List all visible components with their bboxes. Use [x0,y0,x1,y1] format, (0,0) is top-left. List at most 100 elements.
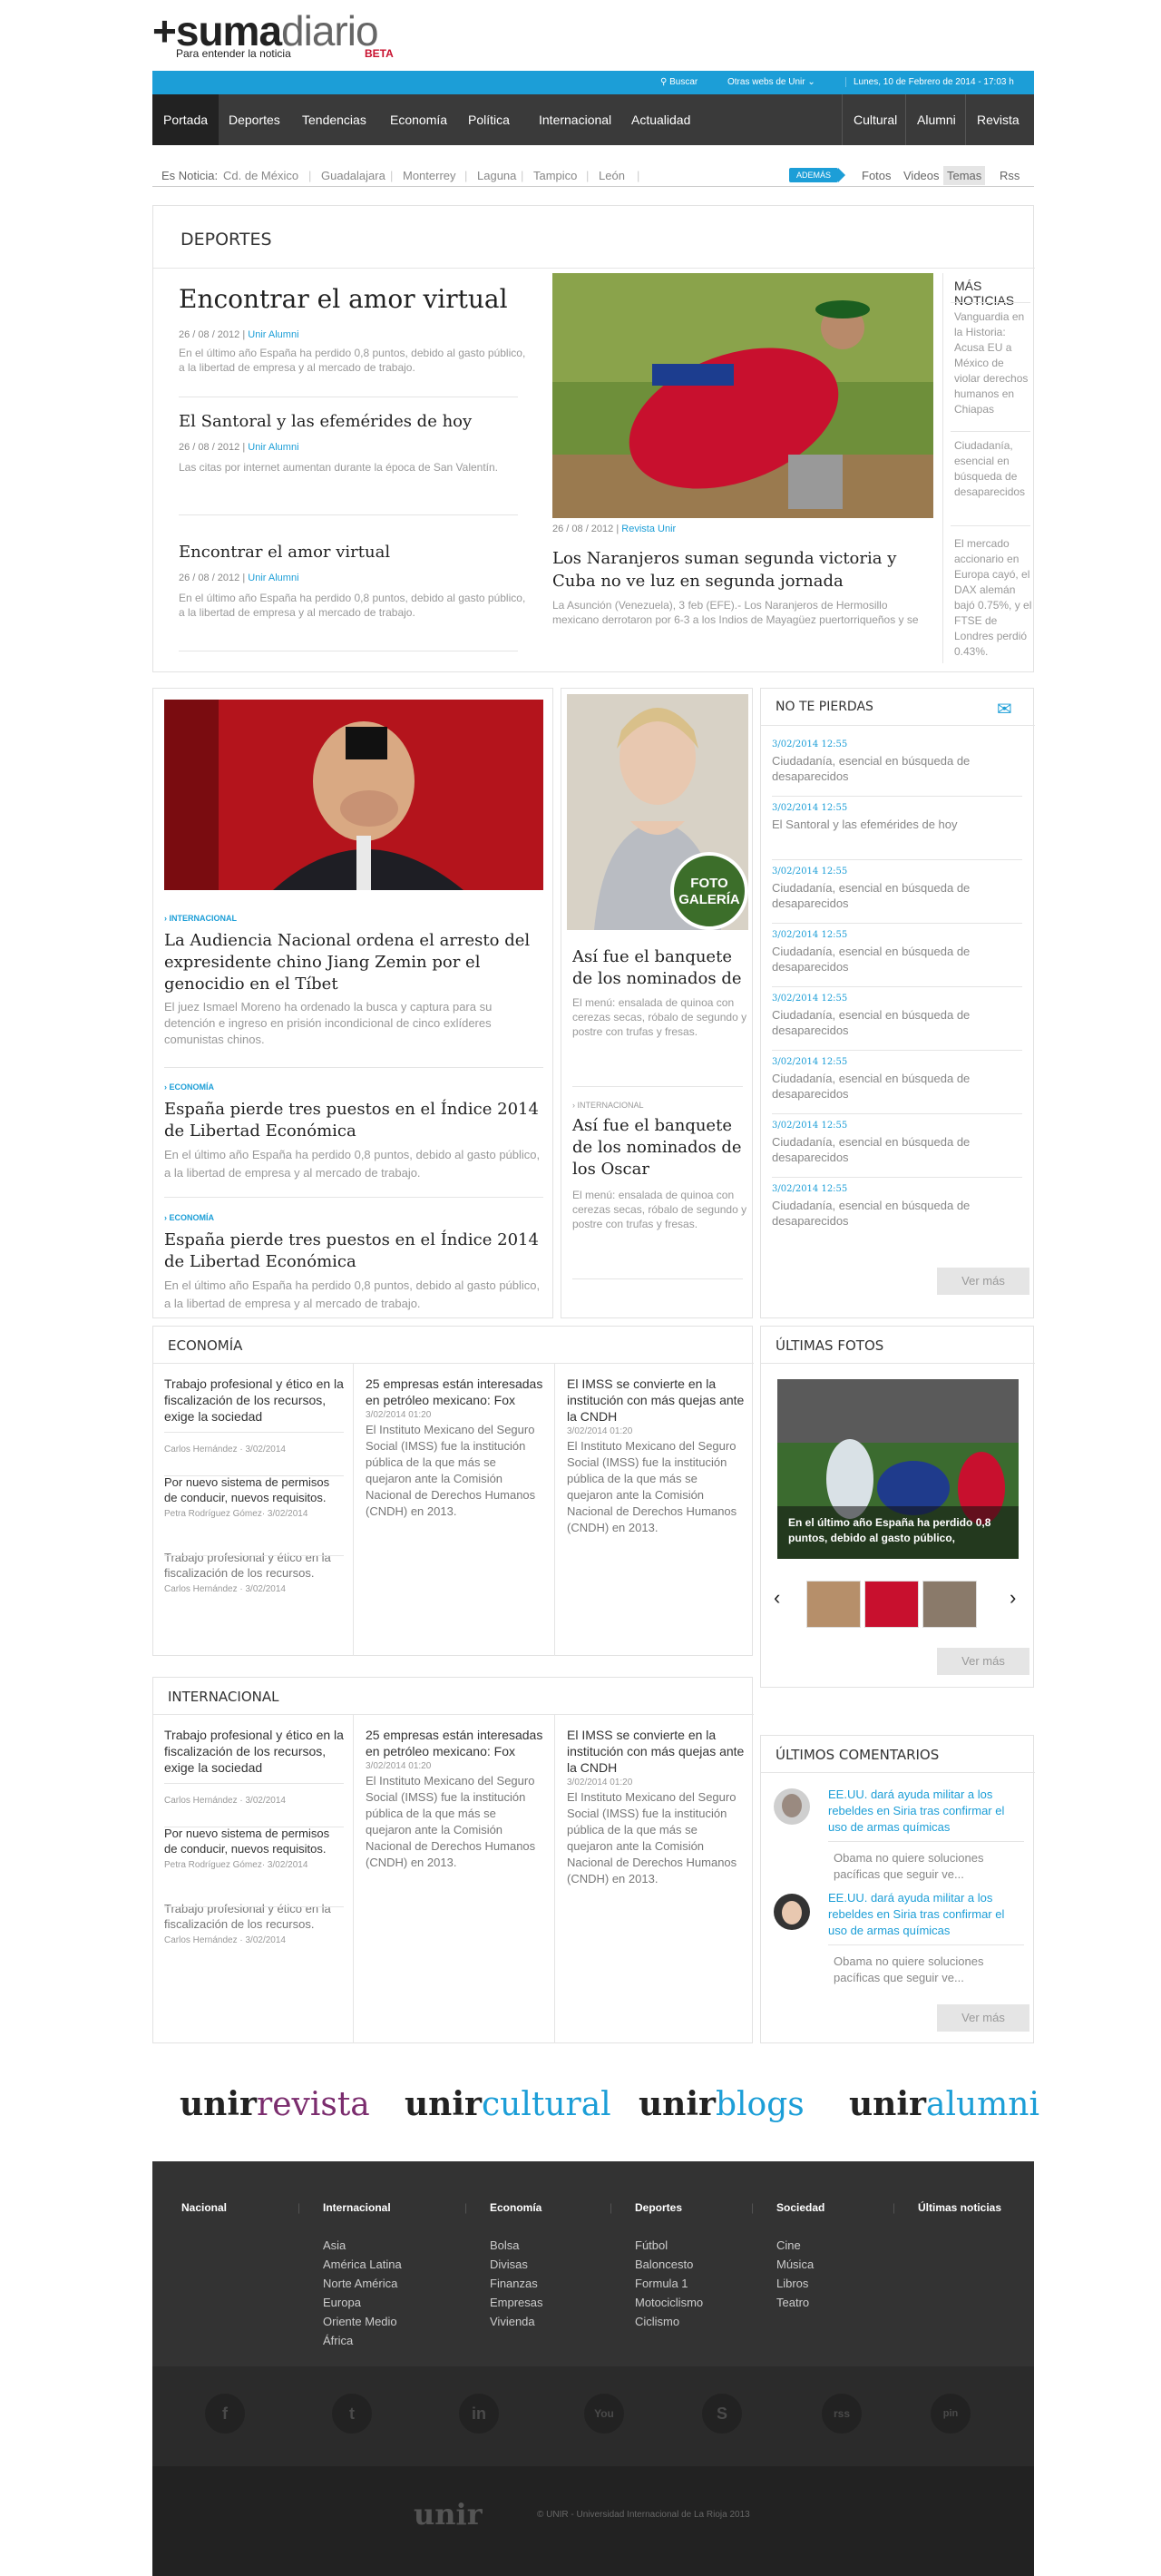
link-fotos[interactable]: Fotos [862,169,892,182]
article-title[interactable]: Encontrar el amor virtual [179,542,532,563]
article-title[interactable]: Así fue el banquete de los nominados de … [572,1115,750,1180]
nav-politica[interactable]: Política [457,94,521,145]
ticker-city[interactable]: Monterrey [403,169,456,182]
footer-column-title[interactable]: Nacional [181,2201,227,2214]
rss-icon[interactable]: rss [822,2394,862,2434]
npd-item[interactable]: 3/02/2014 12:55 Ciudadanía, esencial en b… [772,994,1026,1038]
article-title[interactable]: Así fue el banquete de los nominados de [572,946,750,990]
article-source[interactable]: Unir Alumni [248,442,298,453]
footer-link[interactable]: Ciclismo [635,2312,703,2331]
article-source[interactable]: Unir Alumni [248,573,298,583]
article-title[interactable]: El Santoral y las efemérides de hoy [179,411,532,433]
footer-link[interactable]: Fútbol [635,2236,703,2255]
unir-blogs-logo[interactable]: unirblogs [639,2085,805,2123]
footer-link[interactable]: Baloncesto [635,2255,703,2274]
facebook-icon[interactable]: f [205,2394,245,2434]
site-logo[interactable]: +sumadiario Para entender la noticia BET… [152,10,1034,62]
nav-portada[interactable]: Portada [152,94,220,145]
article-title[interactable]: Trabajo profesional y ético en la fiscal… [164,1727,344,1776]
feature-item[interactable]: › INTERNACIONAL La Audiencia Nacional or… [164,914,543,1048]
footer-column-title[interactable]: Últimas noticias [918,2201,1001,2214]
footer-link[interactable]: Vivienda [490,2312,543,2331]
more-news-item[interactable]: Vanguardia en la Historia: Acusa EU a Mé… [954,309,1032,417]
unir-revista-logo[interactable]: unirrevista [180,2085,370,2123]
footer-column-title[interactable]: Internacional [323,2201,402,2214]
article-item[interactable]: El Santoral y las efemérides de hoy 26 /… [179,411,532,475]
gallery-item[interactable]: Así fue el banquete de los nominados de … [572,946,750,1039]
footer-link[interactable]: Motociclismo [635,2293,703,2312]
footer-link[interactable]: Teatro [776,2293,824,2312]
article-title[interactable]: Por nuevo sistema de permisos de conduci… [164,1826,344,1856]
article-title[interactable]: 25 empresas están interesadas en petróle… [366,1376,543,1408]
footer-link[interactable]: Europa [323,2293,402,2312]
ticker-city[interactable]: Tampico [533,169,577,182]
jiang-zemin-photo[interactable] [164,700,543,890]
article-title[interactable]: Los Naranjeros suman segunda victoria y … [552,547,933,593]
footer-link[interactable]: Finanzas [490,2274,543,2293]
main-photo[interactable]: En el último año España ha perdido 0,8 p… [777,1379,1019,1559]
footer-link[interactable]: África [323,2331,402,2350]
feature-item[interactable]: › ECONOMÍA España pierde tres puestos en… [164,1213,543,1313]
photo-story[interactable]: 26 / 08 / 2012 | Revista Unir Los Naranj… [552,524,933,627]
npd-item[interactable]: 3/02/2014 12:55 Ciudadanía, esencial en b… [772,1057,1026,1102]
footer-link[interactable]: Norte América [323,2274,402,2293]
nav-internacional[interactable]: Internacional [528,94,622,145]
ticker-city[interactable]: Laguna [477,169,516,182]
footer-column-title[interactable]: Sociedad [776,2201,824,2214]
article-source[interactable]: Unir Alumni [248,329,298,340]
article-title[interactable]: España pierde tres puestos en el Índice … [164,1099,543,1142]
link-videos[interactable]: Videos [903,169,940,182]
youtube-icon[interactable]: You [584,2394,624,2434]
feature-item[interactable]: › ECONOMÍA España pierde tres puestos en… [164,1082,543,1182]
npd-item[interactable]: 3/02/2014 12:55 Ciudadanía, esencial en b… [772,930,1026,975]
thumbnail[interactable] [864,1581,919,1628]
nav-deportes[interactable]: Deportes [218,94,291,145]
comment-link[interactable]: EE.UU. dará ayuda militar a los rebeldes… [828,1890,1024,1939]
article-item[interactable]: Encontrar el amor virtual 26 / 08 / 2012… [179,542,532,620]
unir-footer-logo[interactable]: unir [414,2497,483,2532]
nav-tendencias[interactable]: Tendencias [291,94,377,145]
link-temas[interactable]: Temas [943,166,986,185]
nav-economia[interactable]: Economía [379,94,458,145]
article-title[interactable]: Encontrar el amor virtual [179,284,532,315]
twitter-icon[interactable]: t [332,2394,372,2434]
footer-column-title[interactable]: Deportes [635,2201,703,2214]
npd-item[interactable]: 3/02/2014 12:55 Ciudadanía, esencial en b… [772,867,1026,911]
npd-item[interactable]: 3/02/2014 12:55 Ciudadanía, esencial en b… [772,739,1026,784]
footer-link[interactable]: Libros [776,2274,824,2293]
ver-mas-button[interactable]: Ver más [937,2004,1029,2032]
npd-item[interactable]: 3/02/2014 12:55 Ciudadanía, esencial en b… [772,1184,1026,1229]
article-title[interactable]: Trabajo profesional y ético en la fiscal… [164,1376,344,1425]
foto-galeria-badge[interactable]: FOTO GALERÍA [670,852,748,930]
footer-link[interactable]: Oriente Medio [323,2312,402,2331]
more-news-item[interactable]: El mercado accionario en Europa cayó, el… [954,536,1032,660]
search-link[interactable]: ⚲ Buscar [660,77,698,87]
footer-link[interactable]: Empresas [490,2293,543,2312]
gallery-item[interactable]: › INTERNACIONAL Así fue el banquete de l… [572,1101,750,1231]
skype-icon[interactable]: S [702,2394,742,2434]
comment-link[interactable]: EE.UU. dará ayuda militar a los rebeldes… [828,1787,1024,1836]
footer-link[interactable]: América Latina [323,2255,402,2274]
footer-link[interactable]: Divisas [490,2255,543,2274]
lead-article[interactable]: Encontrar el amor virtual 26 / 08 / 2012… [179,284,532,375]
nav-revista[interactable]: Revista [965,94,1030,145]
footer-link[interactable]: Bolsa [490,2236,543,2255]
article-title[interactable]: 25 empresas están interesadas en petróle… [366,1727,543,1759]
baseball-photo[interactable] [552,273,933,518]
prev-arrow[interactable]: ‹ [774,1586,780,1610]
nav-cultural[interactable]: Cultural [842,94,908,145]
ticker-city[interactable]: Guadalajara [321,169,385,182]
footer-link[interactable]: Asia [323,2236,402,2255]
article-title[interactable]: El IMSS se convierte en la institución c… [567,1376,745,1425]
nav-actualidad[interactable]: Actualidad [620,94,701,145]
footer-link[interactable]: Formula 1 [635,2274,703,2293]
footer-link[interactable]: Cine [776,2236,824,2255]
footer-link[interactable]: Música [776,2255,824,2274]
more-news-item[interactable]: Ciudadanía, esencial en búsqueda de desa… [954,438,1032,500]
unir-cultural-logo[interactable]: unircultural [405,2085,611,2123]
thumbnail[interactable] [922,1581,977,1628]
article-title[interactable]: Por nuevo sistema de permisos de conduci… [164,1474,344,1505]
other-sites-dropdown[interactable]: Otras webs de Unir ⌄ [727,77,815,87]
gallery-photo[interactable]: FOTO GALERÍA [567,694,748,930]
article-title[interactable]: La Audiencia Nacional ordena el arresto … [164,930,543,995]
